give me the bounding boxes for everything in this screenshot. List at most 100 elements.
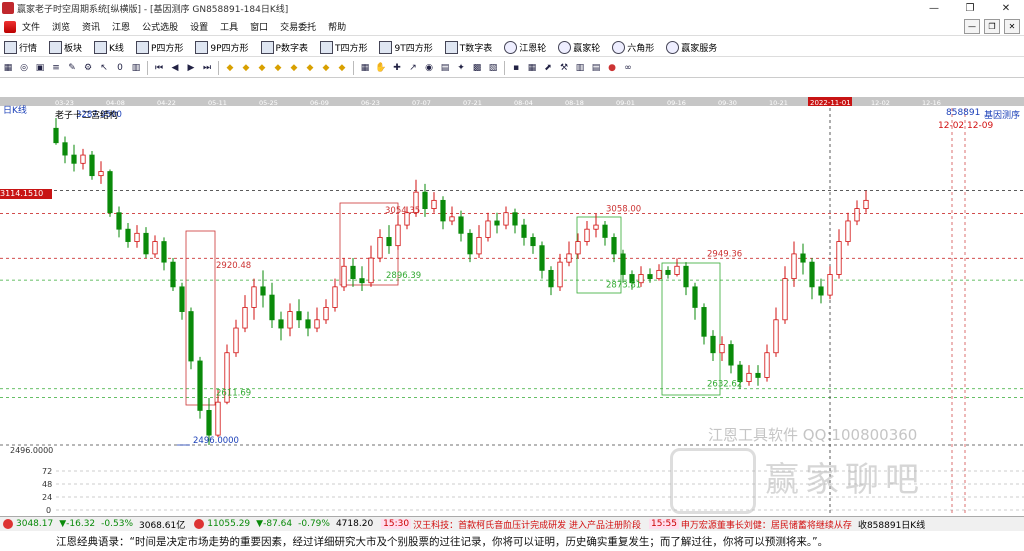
cursor-icon[interactable]: ⬈ [542, 62, 554, 74]
price-annotation: 3058.00 [606, 205, 641, 215]
menu-file[interactable]: 文件 [16, 20, 46, 33]
square-icon[interactable]: ▣ [34, 62, 46, 74]
octagon-icon[interactable]: ◎ [18, 62, 30, 74]
minimize-button[interactable]: — [916, 0, 952, 16]
sz-index-value[interactable]: 11055.29 [207, 519, 250, 529]
diamond-icon[interactable]: ◆ [304, 62, 316, 74]
toolbar-9p-square-button[interactable]: 9P四方形 [191, 40, 249, 54]
toolbar-p-square-button[interactable]: P四方形 [132, 40, 183, 54]
menu-browse[interactable]: 浏览 [46, 20, 76, 33]
menu-news[interactable]: 资讯 [76, 20, 106, 33]
menu-tools[interactable]: 工具 [214, 20, 244, 33]
diamond-icon[interactable]: ◆ [272, 62, 284, 74]
link-icon[interactable]: ∞ [622, 62, 634, 74]
ticket-icon[interactable]: ▤ [439, 62, 451, 74]
diamond-icon[interactable]: ◆ [320, 62, 332, 74]
toolbar-gann-wheel-button[interactable]: 江恩轮 [500, 40, 546, 54]
maximize-button[interactable]: ❐ [952, 0, 988, 16]
nav-first-icon[interactable]: ⏮ [153, 62, 165, 74]
toolbar-sector-button[interactable]: 板块 [45, 40, 82, 54]
close-button[interactable]: ✕ [988, 0, 1024, 16]
date-tick-label: 07-07 [412, 99, 431, 106]
child-minimize-button[interactable]: — [964, 19, 980, 34]
toolbar-quotes-button[interactable]: 行情 [0, 40, 37, 54]
t-table-icon [444, 40, 458, 54]
disk-icon[interactable]: ▪ [510, 62, 522, 74]
chart-icon[interactable]: ▥ [130, 62, 142, 74]
hand-icon[interactable]: ✋ [375, 62, 387, 74]
bars3-icon[interactable]: ▤ [590, 62, 602, 74]
toolbar-t-square-button[interactable]: T四方形 [316, 40, 367, 54]
menu-window[interactable]: 窗口 [244, 20, 274, 33]
app-logo-icon [2, 2, 14, 14]
toolbar-t-table-button[interactable]: T数字表 [441, 40, 492, 54]
toolbar-separator [504, 60, 505, 75]
toolbar-service-button[interactable]: 赢家服务 [662, 40, 717, 54]
toolbar-kline-button[interactable]: K线 [90, 40, 124, 54]
pointer-icon[interactable]: ↖ [98, 62, 110, 74]
toolbar-hexagon-button[interactable]: 六角形 [608, 40, 654, 54]
star-icon[interactable]: ✦ [455, 62, 467, 74]
cube-icon[interactable]: ▩ [471, 62, 483, 74]
menu-help[interactable]: 帮助 [322, 20, 352, 33]
grid-small-icon[interactable]: ▦ [359, 62, 371, 74]
grid-icon[interactable]: ▦ [2, 62, 14, 74]
diamond-icon[interactable]: ◆ [224, 62, 236, 74]
news-ticker-item[interactable]: 汉王科技：首款柯氏音血压计完成研发 进入产品注册阶段 [413, 518, 641, 531]
candle-body [683, 265, 689, 288]
price-annotation: 2873.81 [606, 280, 641, 290]
diamond-icon[interactable]: ◆ [336, 62, 348, 74]
toolbar-winner-wheel-button[interactable]: 赢家轮 [554, 40, 600, 54]
candle-body [584, 228, 590, 242]
pen-icon[interactable]: ✎ [66, 62, 78, 74]
candle-body [719, 344, 725, 354]
menu-formula[interactable]: 公式选股 [136, 20, 184, 33]
candle-body [188, 311, 194, 362]
report-icon[interactable]: ▧ [487, 62, 499, 74]
nav-last-icon[interactable]: ⏭ [201, 62, 213, 74]
menu-settings[interactable]: 设置 [184, 20, 214, 33]
candle-body [233, 327, 239, 354]
ball-icon[interactable]: ● [606, 62, 618, 74]
diamond-icon[interactable]: ◆ [240, 62, 252, 74]
app-menu-icon[interactable] [4, 20, 16, 33]
child-close-button[interactable]: ✕ [1004, 19, 1020, 34]
toolbar-9t-square-button[interactable]: 9T四方形 [375, 40, 433, 54]
menu-trade[interactable]: 交易委托 [274, 20, 322, 33]
period-label[interactable]: 日K线 [3, 103, 27, 116]
settings-icon[interactable]: ⚙ [82, 62, 94, 74]
news-ticker-item[interactable]: 申万宏源董事长刘健：居民储蓄将继续从存 [681, 518, 852, 531]
sh-index-pct: -0.53% [101, 519, 133, 529]
candle-body [197, 360, 203, 411]
wheel-icon[interactable]: ◉ [423, 62, 435, 74]
gann-quote-text: 江恩经典语录：“时间是决定市场走势的重要因素，经过详细研究大市及个别股票的过往记… [56, 535, 829, 548]
sz-index-change: ▼-87.64 [256, 519, 293, 529]
price-annotation: 2920.48 [216, 261, 251, 271]
diamond-icon[interactable]: ◆ [256, 62, 268, 74]
candle-body [80, 154, 86, 164]
zero-icon[interactable]: 0 [114, 62, 126, 74]
candle-body [485, 220, 491, 238]
sh-index-value[interactable]: 3048.17 [16, 519, 53, 529]
nav-next-icon[interactable]: ▶ [185, 62, 197, 74]
bars2-icon[interactable]: ▥ [574, 62, 586, 74]
diamond-icon[interactable]: ◆ [288, 62, 300, 74]
nav-prev-icon[interactable]: ◀ [169, 62, 181, 74]
table-icon[interactable]: ▦ [526, 62, 538, 74]
toolbar-p-table-button[interactable]: P数字表 [257, 40, 308, 54]
structure-box [661, 262, 721, 396]
candle-body [800, 253, 806, 263]
candle-body [368, 257, 374, 284]
candle-body [728, 344, 734, 366]
menu-gann[interactable]: 江恩 [106, 20, 136, 33]
candle-body [782, 278, 788, 321]
arrow-icon[interactable]: ↗ [407, 62, 419, 74]
candle-body [260, 286, 266, 296]
candle-body [827, 274, 833, 296]
cross-icon[interactable]: ✚ [391, 62, 403, 74]
y-axis-low-label: 2496.0000 [10, 446, 54, 455]
date-tick-label: 08-04 [514, 99, 533, 106]
tool-icon[interactable]: ⚒ [558, 62, 570, 74]
child-restore-button[interactable]: ❐ [984, 19, 1000, 34]
bars-icon[interactable]: ≡ [50, 62, 62, 74]
